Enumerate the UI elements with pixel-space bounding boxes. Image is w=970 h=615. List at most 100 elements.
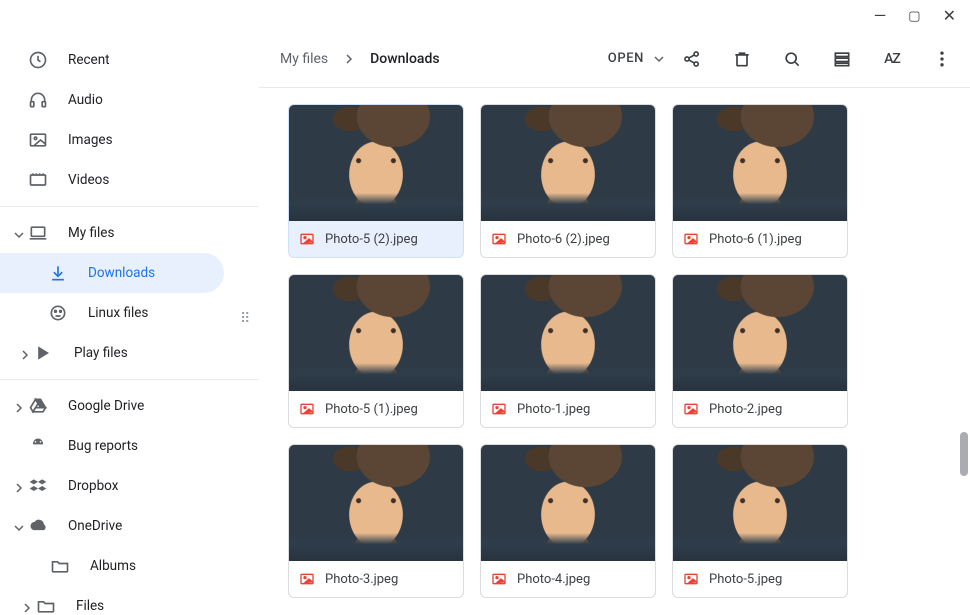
toolbar: My files Downloads OPEN (258, 30, 970, 88)
caret-down-icon (654, 54, 664, 64)
clock-icon (28, 50, 48, 70)
sidebar-item-playfiles[interactable]: Play files (0, 333, 258, 373)
sidebar-item-label: My files (68, 225, 114, 241)
file-name: Photo-3.jpeg (325, 572, 398, 587)
sidebar-item-label: Dropbox (68, 478, 118, 494)
file-name: Photo-6 (1).jpeg (709, 232, 802, 247)
sidebar-item-downloads[interactable]: Downloads (0, 253, 224, 293)
file-card[interactable]: Photo-2.jpeg (672, 274, 848, 428)
more-menu-icon[interactable] (932, 49, 952, 69)
laptop-icon (28, 223, 48, 243)
file-card[interactable]: Photo-5.jpeg (672, 444, 848, 598)
maximize-button[interactable]: ▢ (908, 10, 920, 23)
sort-az-icon[interactable]: AZ (882, 49, 902, 69)
image-file-icon (683, 231, 699, 247)
file-card[interactable]: Photo-6 (2).jpeg (480, 104, 656, 258)
play-store-icon (34, 343, 54, 363)
sidebar-item-dropbox[interactable]: Dropbox (0, 466, 258, 506)
file-grid-container[interactable]: Photo-5 (2).jpeg Photo-6 (2).jpeg Photo-6 … (258, 88, 970, 615)
folder-icon (36, 596, 56, 615)
file-grid: Photo-5 (2).jpeg Photo-6 (2).jpeg Photo-6 … (288, 104, 954, 598)
file-caption: Photo-4.jpeg (481, 561, 655, 597)
list-view-icon[interactable] (832, 49, 852, 69)
image-file-icon (683, 401, 699, 417)
file-caption: Photo-5 (2).jpeg (289, 221, 463, 257)
app-root: Recent Audio Images Videos (0, 0, 970, 615)
sidebar-item-albums[interactable]: Albums (0, 546, 258, 586)
image-file-icon (491, 231, 507, 247)
image-file-icon (299, 231, 315, 247)
sidebar-item-files[interactable]: Files (0, 586, 258, 615)
file-thumbnail (673, 105, 847, 221)
sidebar-item-label: Bug reports (68, 438, 138, 454)
search-icon[interactable] (782, 49, 802, 69)
caret-right-icon (16, 348, 34, 358)
sidebar-item-audio[interactable]: Audio (0, 80, 258, 120)
sidebar-item-images[interactable]: Images (0, 120, 258, 160)
scrollbar-thumb[interactable] (960, 432, 968, 476)
google-drive-icon (28, 396, 48, 416)
onedrive-icon (28, 516, 48, 536)
delete-icon[interactable] (732, 49, 752, 69)
minimize-button[interactable]: — (874, 8, 887, 24)
file-caption: Photo-5 (1).jpeg (289, 391, 463, 427)
sidebar-item-linux[interactable]: Linux files (0, 293, 258, 333)
window-controls: — ▢ ✕ (874, 8, 956, 24)
file-caption: Photo-6 (2).jpeg (481, 221, 655, 257)
linux-icon (48, 303, 68, 323)
file-caption: Photo-3.jpeg (289, 561, 463, 597)
sidebar-item-myfiles[interactable]: My files (0, 213, 258, 253)
android-icon (28, 436, 48, 456)
file-card[interactable]: Photo-6 (1).jpeg (672, 104, 848, 258)
caret-right-icon (18, 601, 36, 611)
divider (0, 379, 258, 380)
file-card[interactable]: Photo-4.jpeg (480, 444, 656, 598)
file-card[interactable]: Photo-5 (1).jpeg (288, 274, 464, 428)
open-button[interactable]: OPEN (608, 51, 664, 66)
sidebar-item-label: Files (76, 598, 104, 614)
file-name: Photo-4.jpeg (517, 572, 590, 587)
caret-down-icon (10, 228, 28, 238)
drag-handle-icon[interactable]: ⠿ (240, 316, 252, 322)
image-file-icon (491, 401, 507, 417)
breadcrumb: My files Downloads (280, 51, 440, 67)
file-name: Photo-6 (2).jpeg (517, 232, 610, 247)
sidebar-item-label: Audio (68, 92, 103, 108)
file-thumbnail (289, 445, 463, 561)
breadcrumb-root[interactable]: My files (280, 51, 328, 67)
chevron-right-icon (344, 54, 354, 64)
sidebar-item-recent[interactable]: Recent (0, 40, 258, 80)
file-thumbnail (673, 445, 847, 561)
sidebar-item-gdrive[interactable]: Google Drive (0, 386, 258, 426)
file-card[interactable]: Photo-5 (2).jpeg (288, 104, 464, 258)
sidebar-item-label: OneDrive (68, 518, 122, 534)
sidebar-item-videos[interactable]: Videos (0, 160, 258, 200)
download-icon (48, 263, 68, 283)
file-thumbnail (673, 275, 847, 391)
file-name: Photo-5 (2).jpeg (325, 232, 418, 247)
open-button-label: OPEN (608, 51, 644, 66)
file-card[interactable]: Photo-3.jpeg (288, 444, 464, 598)
sidebar-item-bugreports[interactable]: Bug reports (0, 426, 258, 466)
dropbox-icon (28, 476, 48, 496)
toolbar-actions: AZ (682, 49, 952, 69)
sidebar-item-label: Play files (74, 345, 128, 361)
close-button[interactable]: ✕ (943, 8, 956, 24)
file-name: Photo-2.jpeg (709, 402, 782, 417)
sidebar-item-onedrive[interactable]: OneDrive (0, 506, 258, 546)
folder-icon (50, 556, 70, 576)
breadcrumb-current[interactable]: Downloads (370, 51, 439, 67)
image-file-icon (491, 571, 507, 587)
caret-down-icon (10, 521, 28, 531)
file-name: Photo-5 (1).jpeg (325, 402, 418, 417)
image-file-icon (683, 571, 699, 587)
sidebar-item-label: Images (68, 132, 113, 148)
sidebar: Recent Audio Images Videos (0, 30, 258, 615)
main-panel: My files Downloads OPEN (258, 30, 970, 615)
file-thumbnail (481, 105, 655, 221)
file-card[interactable]: Photo-1.jpeg (480, 274, 656, 428)
sort-label: AZ (884, 51, 900, 67)
sidebar-item-label: Videos (68, 172, 109, 188)
file-caption: Photo-6 (1).jpeg (673, 221, 847, 257)
share-icon[interactable] (682, 49, 702, 69)
